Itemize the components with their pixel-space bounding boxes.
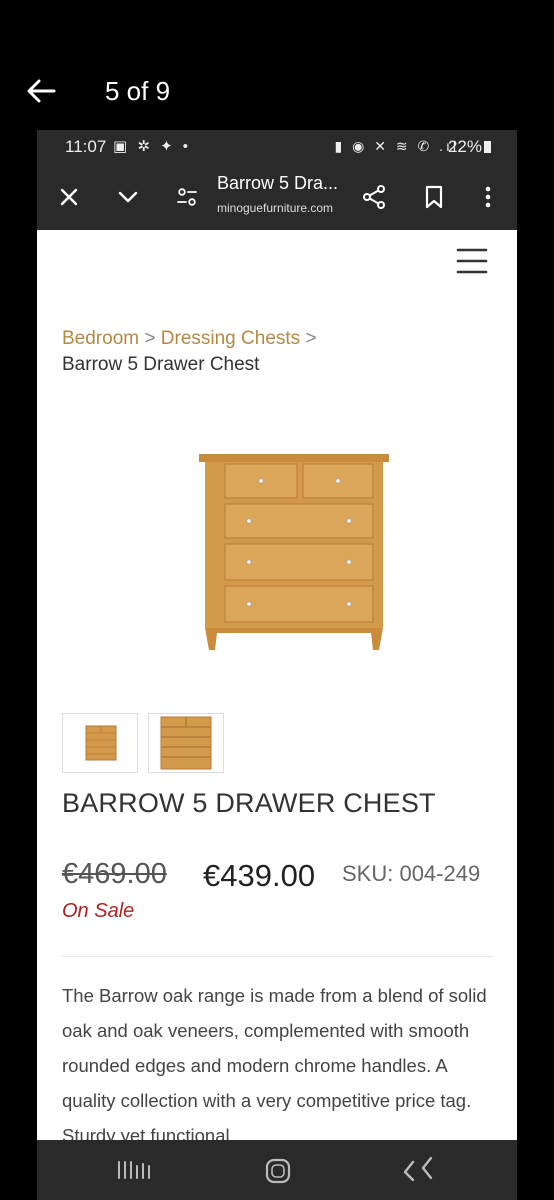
browser-toolbar: Barrow 5 Dra... minoguefurniture.com <box>37 164 517 230</box>
breadcrumb-current: Barrow 5 Drawer Chest <box>62 354 260 375</box>
hamburger-menu-icon[interactable] <box>455 246 489 276</box>
viewer-top-bar: 5 of 9 <box>0 0 554 130</box>
back-nav-icon[interactable] <box>399 1156 449 1184</box>
product-image-chest[interactable] <box>197 448 393 658</box>
battery-level: 22% <box>448 137 491 157</box>
recent-apps-icon[interactable] <box>115 1156 155 1184</box>
product-thumbnail[interactable] <box>62 713 138 773</box>
thumbnail-image <box>160 716 212 770</box>
page-title[interactable]: Barrow 5 Dra... <box>217 173 338 194</box>
thumbnail-image <box>85 725 117 761</box>
image-counter: 5 of 9 <box>105 76 171 106</box>
product-title: BARROW 5 DRAWER CHEST <box>62 788 436 818</box>
share-icon[interactable] <box>359 182 389 212</box>
more-options-icon[interactable] <box>473 182 503 212</box>
system-nav-bar <box>37 1140 517 1200</box>
breadcrumb-link-bedroom[interactable]: Bedroom <box>62 328 139 349</box>
status-bar: 11:07 ▣ ✲ ✦ • ▮ ◉ ✕ ≋ ✆ .ıl 22% <box>37 130 517 164</box>
phone-screenshot: 11:07 ▣ ✲ ✦ • ▮ ◉ ✕ ≋ ✆ .ıl 22% Barrow 5… <box>37 130 517 1200</box>
status-notification-icons: ▣ ✲ ✦ • <box>113 138 192 155</box>
breadcrumb: Bedroom > Dressing Chests > <box>62 328 317 350</box>
back-arrow-icon[interactable] <box>24 74 58 108</box>
breadcrumb-separator: > <box>305 328 317 349</box>
site-settings-icon[interactable] <box>172 182 202 212</box>
status-time: 11:07 <box>65 137 107 156</box>
close-icon[interactable] <box>54 182 84 212</box>
breadcrumb-separator: > <box>144 328 156 349</box>
chevron-down-icon[interactable] <box>113 182 143 212</box>
original-price: €469.00 <box>62 858 167 890</box>
home-icon[interactable] <box>263 1156 293 1186</box>
on-sale-label: On Sale <box>62 900 135 922</box>
divider <box>62 956 492 957</box>
page-domain[interactable]: minoguefurniture.com <box>217 201 333 215</box>
product-description: The Barrow oak range is made from a blen… <box>62 985 487 1146</box>
breadcrumb-link-dressing-chests[interactable]: Dressing Chests <box>161 328 300 349</box>
product-thumbnail[interactable] <box>148 713 224 773</box>
sale-price: €439.00 <box>203 858 316 893</box>
product-sku: SKU: 004-249 <box>342 861 481 886</box>
status-system-icons: ▮ ◉ ✕ ≋ ✆ .ıl <box>334 138 459 154</box>
bookmark-icon[interactable] <box>419 182 449 212</box>
